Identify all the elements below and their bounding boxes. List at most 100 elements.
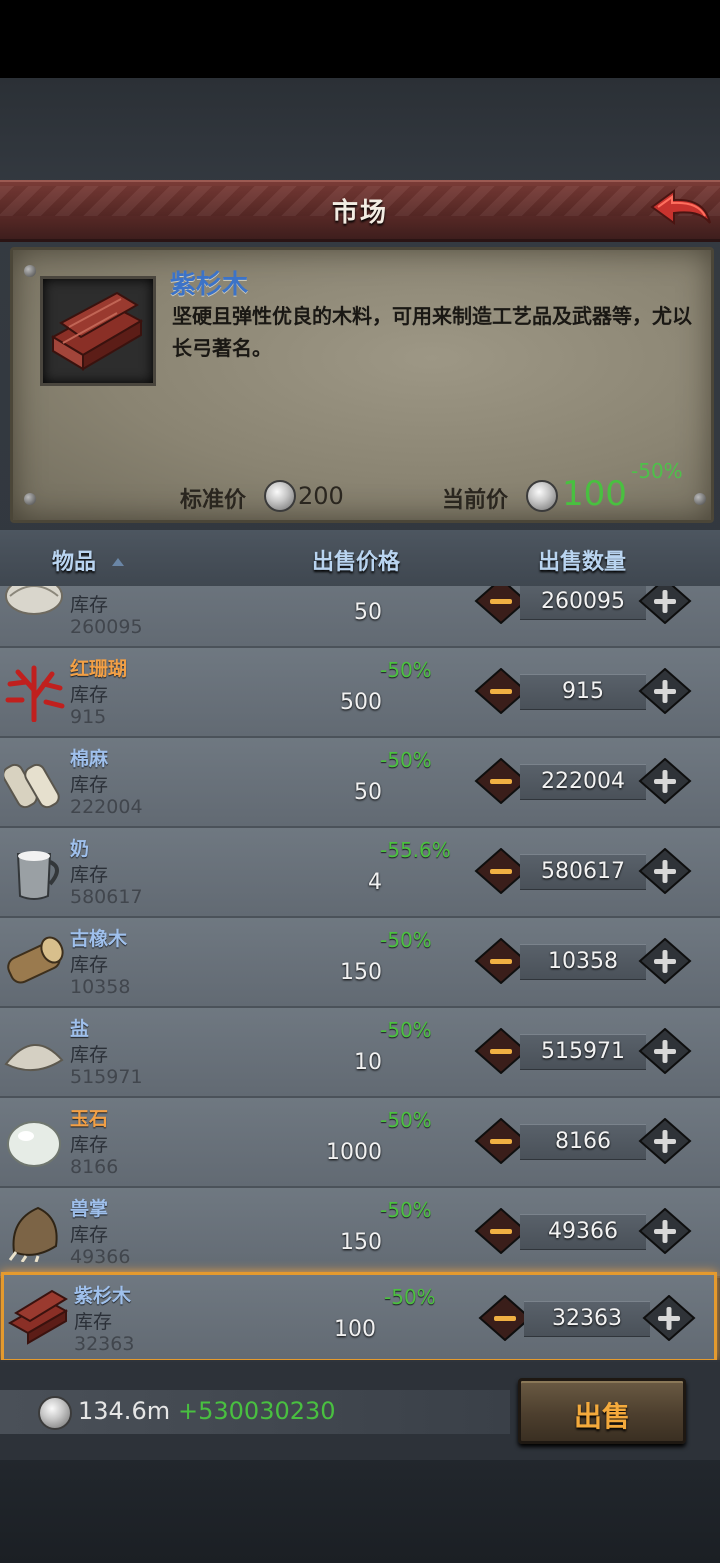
sell-quantity[interactable]: 32363 xyxy=(524,1301,650,1337)
sell-price: 150 xyxy=(340,1230,382,1255)
yew-wood-icon xyxy=(7,1287,70,1349)
item-name: 盐 xyxy=(70,1018,90,1040)
sell-price: 100 xyxy=(334,1317,376,1342)
table-row[interactable]: 盐库存 515971 -50% 10 515971 xyxy=(0,1008,720,1098)
sell-price: 150 xyxy=(340,960,382,985)
item-list[interactable]: 库存 260095 50 260095 红珊瑚 库存 915 -50% 500 915 棉麻 库存 22… xyxy=(0,586,720,1360)
item-name: 紫杉木 xyxy=(74,1285,132,1307)
rivet-icon xyxy=(694,493,706,505)
item-image-frame xyxy=(40,276,156,386)
jade-stone-icon xyxy=(4,1110,66,1172)
plus-icon xyxy=(638,937,692,985)
stock-value: 49366 xyxy=(70,1246,131,1268)
yew-wood-icon xyxy=(50,291,144,371)
price-discount: -50% xyxy=(380,928,432,952)
stock-value: 32363 xyxy=(74,1333,135,1355)
sell-quantity[interactable]: 10358 xyxy=(520,944,646,980)
milk-jug-icon xyxy=(4,840,66,902)
linen-roll-icon xyxy=(2,750,66,812)
standard-price-label: 标准价 xyxy=(180,488,247,513)
sell-quantity[interactable]: 515971 xyxy=(520,1034,646,1070)
back-button[interactable] xyxy=(648,185,714,235)
stock-label: 库存 xyxy=(70,684,109,706)
quantity-increase-button[interactable] xyxy=(642,1294,696,1342)
plus-icon xyxy=(638,1207,692,1255)
plus-icon xyxy=(638,667,692,715)
silver-coin-icon xyxy=(264,480,296,512)
table-row[interactable]: 棉麻 库存 222004 -50% 50 222004 xyxy=(0,738,720,828)
sell-price: 10 xyxy=(354,1050,382,1075)
price-discount: -50% xyxy=(380,1018,432,1042)
rivet-icon xyxy=(24,493,36,505)
sell-quantity[interactable]: 260095 xyxy=(520,586,646,620)
current-price-label: 当前价 xyxy=(442,488,509,513)
sell-price: 50 xyxy=(354,600,382,625)
quantity-increase-button[interactable] xyxy=(638,937,692,985)
sell-quantity[interactable]: 222004 xyxy=(520,764,646,800)
table-row[interactable]: 兽掌 库存 49366 -50% 150 49366 xyxy=(0,1188,720,1278)
stock-label: 库存 xyxy=(70,1134,109,1156)
quantity-increase-button[interactable] xyxy=(638,667,692,715)
table-row[interactable]: 玉石 库存 8166 -50% 1000 8166 xyxy=(0,1098,720,1188)
sell-button-label: 出售 xyxy=(573,1400,630,1433)
price-discount: -50% xyxy=(380,748,432,772)
sell-price: 4 xyxy=(368,870,382,895)
column-header-item[interactable]: 物品 xyxy=(52,544,96,576)
column-header-price: 出售价格 xyxy=(312,550,401,575)
sell-button[interactable]: 出售 xyxy=(518,1378,686,1444)
stock-label: 库存 xyxy=(74,1311,113,1333)
rivet-icon xyxy=(24,265,36,277)
sell-price: 500 xyxy=(340,690,382,715)
quantity-increase-button[interactable] xyxy=(638,847,692,895)
sort-ascending-icon[interactable] xyxy=(112,558,124,566)
item-name: 红珊瑚 xyxy=(70,658,128,680)
plus-icon xyxy=(638,847,692,895)
sell-quantity[interactable]: 915 xyxy=(520,674,646,710)
oyster-icon xyxy=(4,586,66,632)
quantity-increase-button[interactable] xyxy=(638,586,692,625)
quantity-increase-button[interactable] xyxy=(638,1117,692,1165)
stock-label: 库存 xyxy=(70,774,109,796)
quantity-increase-button[interactable] xyxy=(638,1027,692,1075)
item-name: 棉麻 xyxy=(70,748,109,770)
back-arrow-icon xyxy=(650,189,711,225)
standard-price-value: 200 xyxy=(298,482,344,510)
quantity-increase-button[interactable] xyxy=(638,757,692,805)
sell-price: 50 xyxy=(354,780,382,805)
current-price-value: 100 xyxy=(562,474,627,514)
plus-icon xyxy=(638,1027,692,1075)
money-gain: +530030230 xyxy=(178,1397,336,1425)
sell-quantity[interactable]: 8166 xyxy=(520,1124,646,1160)
stock-label: 库存 xyxy=(70,954,109,976)
salt-pile-icon xyxy=(4,1020,66,1082)
page-title: 市场 xyxy=(331,198,388,228)
quantity-increase-button[interactable] xyxy=(638,1207,692,1255)
item-name: 古橡木 xyxy=(70,928,128,950)
price-discount: -50% xyxy=(631,459,683,483)
stock-value: 260095 xyxy=(70,616,143,638)
table-row[interactable]: 库存 260095 50 260095 xyxy=(0,586,720,648)
background-bottom xyxy=(0,1460,720,1563)
table-row[interactable]: 古橡木 库存 10358 -50% 150 10358 xyxy=(0,918,720,1008)
price-discount: -50% xyxy=(380,1108,432,1132)
stock-label: 库存 xyxy=(70,594,109,616)
stock-label: 库存 xyxy=(70,864,109,886)
price-discount: -50% xyxy=(380,1198,432,1222)
beast-paw-icon xyxy=(4,1200,66,1263)
title-bar: 市场 xyxy=(0,180,720,242)
stock-value: 8166 xyxy=(70,1156,119,1178)
sell-quantity[interactable]: 580617 xyxy=(520,854,646,890)
money-total: 134.6m xyxy=(78,1397,171,1425)
plus-icon xyxy=(642,1294,696,1342)
table-row[interactable]: 奶库存 580617 -55.6% 4 580617 xyxy=(0,828,720,918)
red-coral-icon xyxy=(4,660,66,723)
stock-value: 222004 xyxy=(70,796,143,818)
sell-quantity[interactable]: 49366 xyxy=(520,1214,646,1250)
silver-coin-icon xyxy=(526,480,558,512)
stock-label: 库存 xyxy=(70,1044,109,1066)
item-name: 玉石 xyxy=(70,1108,109,1130)
table-row[interactable]: 红珊瑚 库存 915 -50% 500 915 xyxy=(0,648,720,738)
stock-value: 915 xyxy=(70,706,107,728)
table-row[interactable]: 紫杉木 库存 32363 -50% 100 32363 xyxy=(1,1272,717,1360)
plus-icon xyxy=(638,757,692,805)
